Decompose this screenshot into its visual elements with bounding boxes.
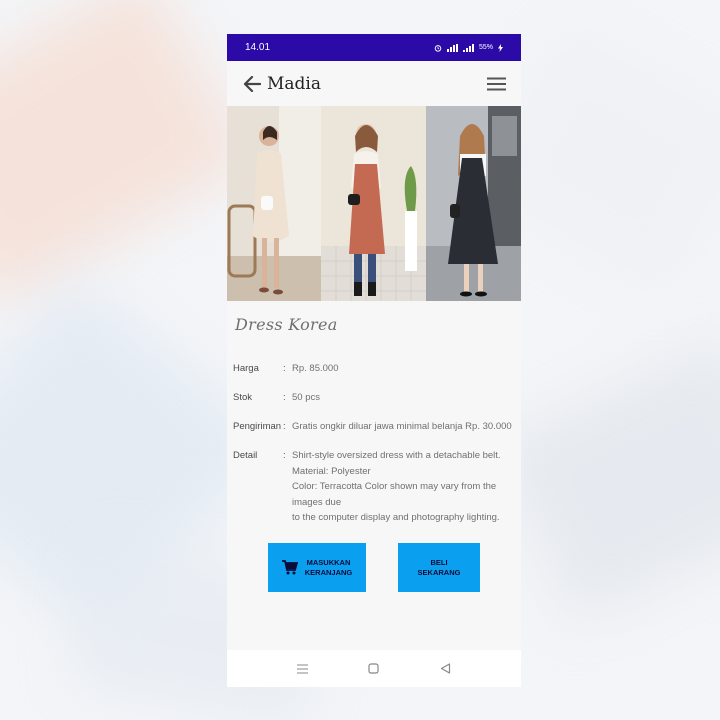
add-to-cart-label: MASUKKAN KERANJANG (305, 558, 353, 578)
shipping-value: Gratis ongkir diluar jawa minimal belanj… (292, 421, 512, 432)
detail-line: Material: Polyester (292, 465, 371, 477)
price-label: Harga (233, 363, 259, 374)
colon: : (283, 363, 286, 374)
alarm-icon (434, 44, 442, 52)
shipping-row: Pengiriman : Gratis ongkir diluar jawa m… (233, 419, 515, 434)
hamburger-menu-icon[interactable] (485, 73, 507, 95)
buy-now-label-line2: SEKARANG (417, 567, 461, 577)
add-to-cart-button[interactable]: MASUKKAN KERANJANG (268, 543, 366, 592)
phone-screen: 14.01 55% Madia Dress Korea Harga: Rp. … (227, 34, 521, 687)
cell-signal-icon (462, 43, 474, 52)
product-photo-terracotta-dress (321, 106, 426, 301)
buy-now-label-line1: BELI (430, 557, 448, 567)
battery-level: 55% (478, 44, 493, 51)
detail-line: Shirt-style oversized dress with a detac… (292, 450, 501, 461)
back-triangle-icon[interactable] (438, 662, 452, 676)
system-navigation-bar (227, 650, 521, 687)
detail-line: Color: Terracotta Color shown may vary f… (292, 481, 497, 508)
detail-description: Shirt-style oversized dress with a detac… (292, 448, 515, 526)
app-title: Madia (267, 73, 321, 94)
price-value: Rp. 85.000 (292, 363, 339, 374)
stock-label: Stok (233, 392, 253, 403)
stock-value: 50 pcs (292, 392, 320, 403)
detail-label: Detail (233, 450, 258, 461)
home-icon[interactable] (367, 662, 381, 676)
recent-apps-icon[interactable] (296, 662, 310, 676)
detail-line: to the computer display and photography … (292, 512, 500, 523)
product-image-gallery (227, 106, 521, 301)
detail-row: Detail : Shirt-style oversized dress wit… (233, 448, 515, 526)
wifi-signal-icon (446, 43, 458, 52)
app-bar: Madia (227, 61, 521, 106)
shipping-label: Pengiriman (233, 421, 282, 432)
colon: : (283, 421, 286, 432)
product-title: Dress Korea (235, 315, 338, 334)
status-time: 14.01 (245, 42, 271, 53)
add-to-cart-label-line1: MASUKKAN (306, 557, 351, 567)
product-photo-beige-dress (227, 106, 321, 301)
colon: : (283, 392, 286, 403)
price-row: Harga : Rp. 85.000 (233, 361, 515, 376)
shopping-cart-icon (281, 560, 298, 575)
arrow-left-icon[interactable] (241, 73, 263, 95)
status-bar: 14.01 55% (227, 34, 521, 61)
add-to-cart-label-line2: KERANJANG (304, 567, 353, 577)
product-details: Harga : Rp. 85.000 Stok : 50 pcs Pengiri… (233, 361, 515, 540)
buy-now-button[interactable]: BELI SEKARANG (398, 543, 480, 592)
stock-row: Stok : 50 pcs (233, 390, 515, 405)
status-icons: 55% (434, 43, 503, 52)
colon: : (283, 450, 286, 461)
buy-now-label: BELI SEKARANG (418, 558, 461, 578)
product-photo-black-dress (426, 106, 521, 301)
charging-icon (498, 43, 503, 52)
